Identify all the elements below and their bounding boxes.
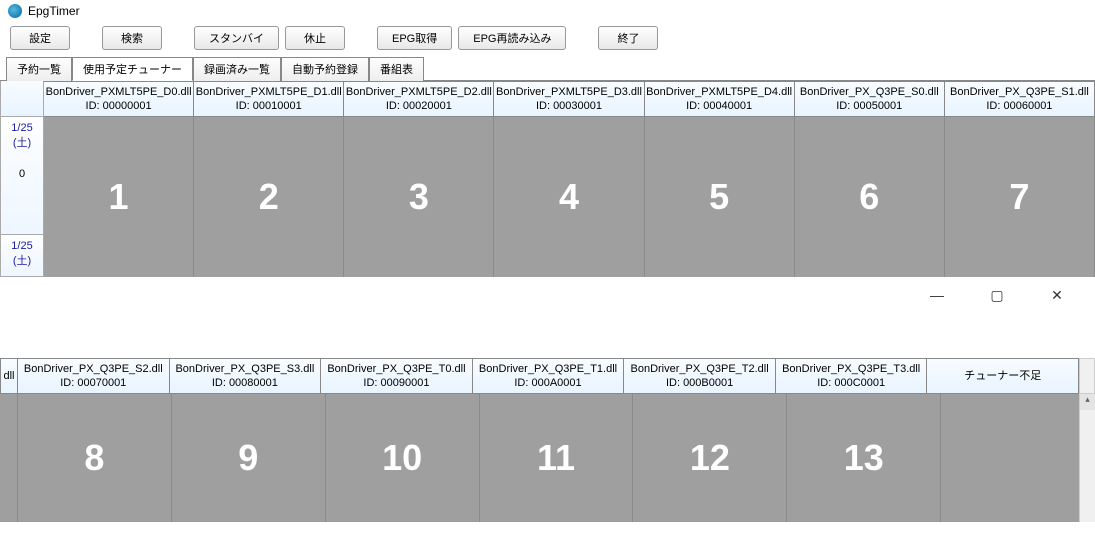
tuner-header[interactable]: BonDriver_PXMLT5PE_D2.dllID: 00020001 (344, 81, 494, 117)
tuner-header[interactable]: BonDriver_PXMLT5PE_D1.dllID: 00010001 (194, 81, 344, 117)
tuner-shortage-column[interactable] (941, 394, 1095, 522)
tab-tuner-schedule[interactable]: 使用予定チューナー (72, 57, 193, 81)
column-number: 12 (690, 437, 730, 479)
tuner-column[interactable]: 11 (480, 394, 634, 522)
tab-program-guide[interactable]: 番組表 (369, 57, 424, 81)
tuner-header-row-1: BonDriver_PXMLT5PE_D0.dllID: 00000001 Bo… (0, 81, 1095, 117)
grid-body-2: 8 9 10 11 12 13 (0, 394, 1095, 522)
tuner-header[interactable]: BonDriver_PXMLT5PE_D4.dllID: 00040001 (645, 81, 795, 117)
pause-button[interactable]: 休止 (285, 26, 345, 50)
tuner-header[interactable]: BonDriver_PX_Q3PE_S1.dllID: 00060001 (945, 81, 1095, 117)
column-number: 10 (382, 437, 422, 479)
time-column: 1/25 (土) 0 1/25 (土) (0, 117, 44, 277)
tuner-column-fragment[interactable] (0, 394, 18, 522)
time-header (0, 81, 44, 117)
close-button[interactable]: ✕ (1043, 287, 1071, 304)
search-button[interactable]: 検索 (102, 26, 162, 50)
time-cell: 1/25 (土) 0 (0, 117, 44, 235)
title-bar: EpgTimer (0, 0, 1095, 22)
epg-get-button[interactable]: EPG取得 (377, 26, 452, 50)
tab-auto-reserve[interactable]: 自動予約登録 (281, 57, 369, 81)
tuner-header[interactable]: BonDriver_PX_Q3PE_T1.dllID: 000A0001 (473, 358, 625, 394)
tuner-header[interactable]: BonDriver_PX_Q3PE_T3.dllID: 000C0001 (776, 358, 928, 394)
column-number: 4 (559, 176, 579, 218)
tab-reserve-list[interactable]: 予約一覧 (6, 57, 72, 81)
column-number: 11 (537, 437, 575, 479)
scrollbar-corner (1079, 358, 1095, 394)
tab-recorded-list[interactable]: 録画済み一覧 (193, 57, 281, 81)
app-icon (8, 4, 22, 18)
app-title: EpgTimer (28, 4, 80, 18)
standby-button[interactable]: スタンバイ (194, 26, 279, 50)
tuner-column[interactable]: 5 (645, 117, 795, 277)
tuner-column[interactable]: 13 (787, 394, 941, 522)
column-number: 2 (259, 176, 279, 218)
tuner-shortage-header: チューナー不足 (927, 358, 1079, 394)
scroll-up-icon[interactable]: ▴ (1080, 394, 1095, 410)
program-area[interactable]: 1 2 3 4 5 6 7 (44, 117, 1095, 277)
tuner-header[interactable]: BonDriver_PX_Q3PE_S0.dllID: 00050001 (795, 81, 945, 117)
tab-bar: 予約一覧 使用予定チューナー 録画済み一覧 自動予約登録 番組表 (0, 56, 1095, 81)
maximize-button[interactable]: ▢ (983, 287, 1011, 304)
settings-button[interactable]: 設定 (10, 26, 70, 50)
tuner-column[interactable]: 7 (945, 117, 1095, 277)
tuner-header-row-2: dll BonDriver_PX_Q3PE_S2.dllID: 00070001… (0, 358, 1095, 394)
tuner-header[interactable]: BonDriver_PX_Q3PE_S2.dllID: 00070001 (18, 358, 170, 394)
column-number: 8 (84, 437, 104, 479)
column-number: 9 (238, 437, 258, 479)
column-number: 13 (844, 437, 884, 479)
minimize-button[interactable]: — (923, 287, 951, 304)
tuner-header-fragment: dll (0, 358, 18, 394)
tuner-column[interactable]: 2 (194, 117, 344, 277)
tuner-header[interactable]: BonDriver_PX_Q3PE_T0.dllID: 00090001 (321, 358, 473, 394)
program-area[interactable]: 8 9 10 11 12 13 (0, 394, 1095, 522)
tuner-column[interactable]: 8 (18, 394, 172, 522)
epg-reload-button[interactable]: EPG再読み込み (458, 26, 566, 50)
tuner-column[interactable]: 1 (44, 117, 194, 277)
toolbar: 設定 検索 スタンバイ 休止 EPG取得 EPG再読み込み 終了 (0, 22, 1095, 54)
column-number: 6 (859, 176, 879, 218)
tuner-column[interactable]: 4 (494, 117, 644, 277)
tuner-column[interactable]: 12 (633, 394, 787, 522)
time-cell: 1/25 (土) (0, 235, 44, 277)
tuner-header[interactable]: BonDriver_PXMLT5PE_D3.dllID: 00030001 (494, 81, 644, 117)
column-number: 7 (1009, 176, 1029, 218)
tuner-column[interactable]: 9 (172, 394, 326, 522)
tuner-column[interactable]: 10 (326, 394, 480, 522)
grid-body-1: 1/25 (土) 0 1/25 (土) 1 2 3 4 5 6 7 (0, 117, 1095, 277)
column-number: 3 (409, 176, 429, 218)
window-controls: — ▢ ✕ (0, 277, 1095, 308)
tuner-header[interactable]: BonDriver_PXMLT5PE_D0.dllID: 00000001 (44, 81, 194, 117)
vertical-scrollbar[interactable]: ▴ (1079, 394, 1095, 522)
tuner-header[interactable]: BonDriver_PX_Q3PE_S3.dllID: 00080001 (170, 358, 322, 394)
column-number: 5 (709, 176, 729, 218)
exit-button[interactable]: 終了 (598, 26, 658, 50)
tuner-column[interactable]: 6 (795, 117, 945, 277)
tuner-column[interactable]: 3 (344, 117, 494, 277)
tuner-header[interactable]: BonDriver_PX_Q3PE_T2.dllID: 000B0001 (624, 358, 776, 394)
column-number: 1 (109, 176, 129, 218)
